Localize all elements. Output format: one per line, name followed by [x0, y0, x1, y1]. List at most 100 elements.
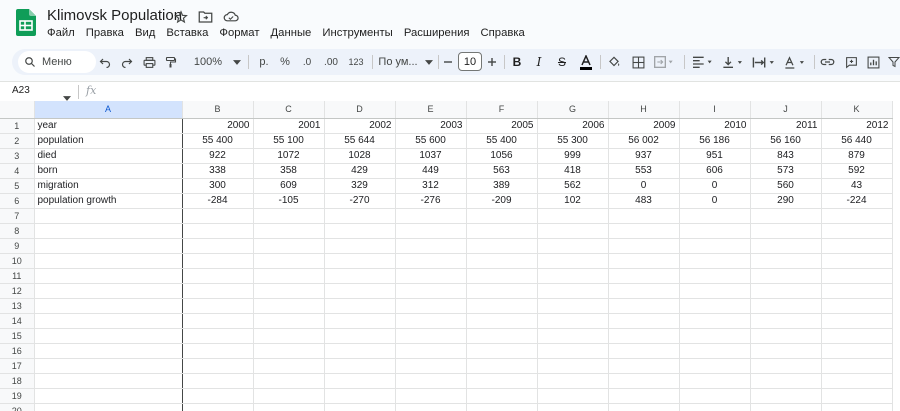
name-box[interactable]: A23 [12, 85, 30, 96]
insert-link-icon[interactable] [818, 52, 836, 72]
cell-a10[interactable] [34, 253, 183, 269]
cell-f14[interactable] [466, 313, 538, 329]
cell-g16[interactable] [537, 343, 609, 359]
cell-j14[interactable] [750, 313, 822, 329]
cell-i19[interactable] [679, 388, 751, 404]
menu-format[interactable]: Формат [219, 27, 259, 39]
cell-k19[interactable] [821, 388, 893, 404]
cell-j11[interactable] [750, 268, 822, 284]
cell-c1[interactable]: 2001 [253, 117, 325, 134]
cell-g2[interactable]: 55 300 [537, 133, 609, 149]
cell-f13[interactable] [466, 298, 538, 314]
cell-d14[interactable] [324, 313, 396, 329]
cell-k5[interactable]: 43 [821, 178, 893, 194]
row-header[interactable]: 14 [0, 313, 35, 329]
cell-f7[interactable] [466, 208, 538, 224]
cell-d18[interactable] [324, 373, 396, 389]
cell-h17[interactable] [608, 358, 680, 374]
row-header[interactable]: 7 [0, 208, 35, 224]
menu-edit[interactable]: Правка [86, 27, 124, 39]
cell-e10[interactable] [395, 253, 467, 269]
cell-j1[interactable]: 2011 [750, 117, 822, 134]
cell-h18[interactable] [608, 373, 680, 389]
cell-e20[interactable] [395, 403, 467, 411]
cell-k9[interactable] [821, 238, 893, 254]
cell-a19[interactable] [34, 388, 183, 404]
cell-c3[interactable]: 1072 [253, 148, 325, 164]
menu-file[interactable]: Файл [47, 27, 75, 39]
cell-f6[interactable]: -209 [466, 193, 538, 209]
cell-j12[interactable] [750, 283, 822, 299]
cell-d10[interactable] [324, 253, 396, 269]
insert-chart-icon[interactable] [864, 52, 882, 72]
cell-c6[interactable]: -105 [253, 193, 325, 209]
cell-k1[interactable]: 2012 [821, 117, 893, 134]
sheets-logo-icon[interactable] [16, 9, 36, 36]
cell-e11[interactable] [395, 268, 467, 284]
move-folder-icon[interactable] [197, 8, 214, 25]
row-header[interactable]: 18 [0, 373, 35, 389]
cell-k17[interactable] [821, 358, 893, 374]
cell-d13[interactable] [324, 298, 396, 314]
cell-c20[interactable] [253, 403, 325, 411]
cell-a17[interactable] [34, 358, 183, 374]
cell-i20[interactable] [679, 403, 751, 411]
print-icon[interactable] [140, 52, 158, 72]
row-header[interactable]: 6 [0, 193, 35, 209]
cell-f1[interactable]: 2005 [466, 117, 538, 134]
cell-i9[interactable] [679, 238, 751, 254]
cell-b8[interactable] [182, 223, 254, 239]
cell-b14[interactable] [182, 313, 254, 329]
insert-comment-icon[interactable] [842, 52, 860, 72]
undo-icon[interactable] [96, 52, 114, 72]
cell-b3[interactable]: 922 [182, 148, 254, 164]
row-header[interactable]: 4 [0, 163, 35, 179]
cell-c14[interactable] [253, 313, 325, 329]
cell-b1[interactable]: 2000 [182, 117, 254, 134]
cell-h9[interactable] [608, 238, 680, 254]
row-header[interactable]: 16 [0, 343, 35, 359]
cell-h19[interactable] [608, 388, 680, 404]
cell-e5[interactable]: 312 [395, 178, 467, 194]
cell-d11[interactable] [324, 268, 396, 284]
cell-i10[interactable] [679, 253, 751, 269]
cell-e3[interactable]: 1037 [395, 148, 467, 164]
cell-i3[interactable]: 951 [679, 148, 751, 164]
document-title[interactable]: Klimovsk Population [47, 7, 182, 24]
cell-d12[interactable] [324, 283, 396, 299]
cell-j6[interactable]: 290 [750, 193, 822, 209]
search-menus-button[interactable]: Меню [18, 51, 96, 73]
cell-a18[interactable] [34, 373, 183, 389]
font-dropdown-icon[interactable] [424, 52, 434, 72]
cell-f19[interactable] [466, 388, 538, 404]
row-header[interactable]: 20 [0, 403, 35, 411]
column-header-k[interactable]: K [821, 101, 893, 119]
cell-i14[interactable] [679, 313, 751, 329]
cell-k11[interactable] [821, 268, 893, 284]
cell-b20[interactable] [182, 403, 254, 411]
row-header[interactable]: 1 [0, 118, 35, 134]
cell-d15[interactable] [324, 328, 396, 344]
cell-j18[interactable] [750, 373, 822, 389]
column-header-a[interactable]: A [34, 101, 183, 119]
cell-b5[interactable]: 300 [182, 178, 254, 194]
cell-i4[interactable]: 606 [679, 163, 751, 179]
cell-j16[interactable] [750, 343, 822, 359]
cell-h14[interactable] [608, 313, 680, 329]
cell-e7[interactable] [395, 208, 467, 224]
cell-b12[interactable] [182, 283, 254, 299]
number-format-button[interactable]: 123 [346, 52, 366, 72]
row-header[interactable]: 12 [0, 283, 35, 299]
zoom-select[interactable]: 100% [188, 52, 228, 72]
cell-a6[interactable]: population growth [34, 193, 183, 209]
cell-k7[interactable] [821, 208, 893, 224]
cell-a11[interactable] [34, 268, 183, 284]
cell-e9[interactable] [395, 238, 467, 254]
row-header[interactable]: 10 [0, 253, 35, 269]
column-header-d[interactable]: D [324, 101, 396, 119]
cell-g1[interactable]: 2006 [537, 117, 609, 134]
select-all-corner[interactable] [0, 101, 35, 119]
currency-format-button[interactable]: р. [256, 52, 272, 72]
cell-h8[interactable] [608, 223, 680, 239]
cell-k20[interactable] [821, 403, 893, 411]
